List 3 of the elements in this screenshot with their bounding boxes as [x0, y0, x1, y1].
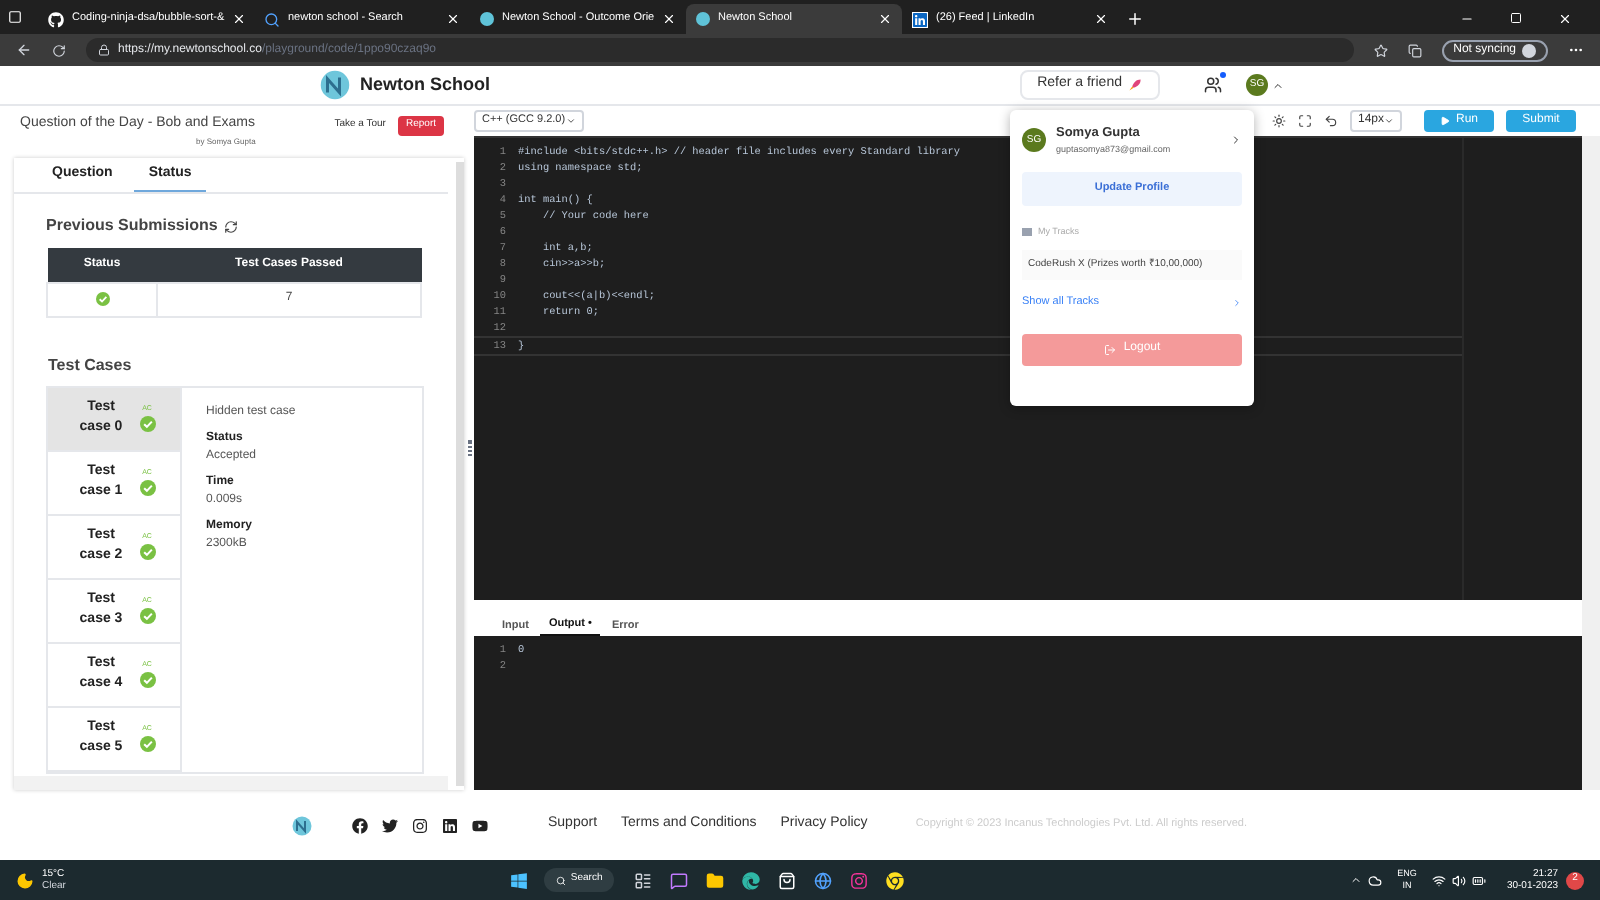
brand-name: Newton School — [360, 71, 490, 98]
section-title: Test Cases — [48, 353, 134, 377]
section-title: Previous Submissions — [46, 214, 218, 238]
